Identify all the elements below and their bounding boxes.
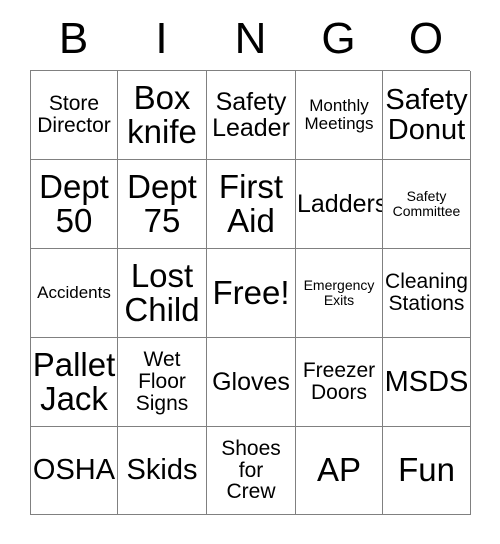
bingo-cell-g3[interactable]: Emergency Exits xyxy=(296,249,383,338)
header-letter-b: B xyxy=(58,14,89,63)
bingo-cell-label: AP xyxy=(316,451,362,489)
bingo-cell-o5[interactable]: Fun xyxy=(383,427,471,515)
bingo-cell-b3[interactable]: Accidents xyxy=(31,249,118,338)
bingo-cell-i4[interactable]: Wet Floor Signs xyxy=(118,338,207,427)
bingo-cell-free-space[interactable]: Free! xyxy=(207,249,296,338)
bingo-header: B I N G O xyxy=(30,8,470,70)
bingo-cell-label: Dept 75 xyxy=(127,167,197,239)
bingo-cell-n2[interactable]: First Aid xyxy=(207,160,296,249)
header-letter-g: G xyxy=(321,14,356,63)
bingo-cell-label: OSHA xyxy=(32,454,116,487)
bingo-cell-g2[interactable]: Ladders xyxy=(296,160,383,249)
bingo-cell-label: Lost Child xyxy=(124,256,200,328)
bingo-cell-label: Store Director xyxy=(37,92,111,137)
header-letter-i: I xyxy=(155,14,168,63)
bingo-cell-label: First Aid xyxy=(218,167,284,239)
bingo-cell-label: Wet Floor Signs xyxy=(135,348,189,415)
bingo-cell-o2[interactable]: Safety Committee xyxy=(383,160,471,249)
bingo-cell-label: Gloves xyxy=(212,368,290,396)
bingo-cell-i3[interactable]: Lost Child xyxy=(118,249,207,338)
header-letter-o: O xyxy=(408,14,444,63)
bingo-cell-i5[interactable]: Skids xyxy=(118,427,207,515)
bingo-cell-label: Free! xyxy=(212,273,290,311)
bingo-cell-n1[interactable]: Safety Leader xyxy=(207,71,296,160)
bingo-cell-g4[interactable]: Freezer Doors xyxy=(296,338,383,427)
bingo-cell-label: MSDS xyxy=(384,365,469,398)
bingo-cell-b1[interactable]: Store Director xyxy=(31,71,118,160)
bingo-cell-label: Safety Donut xyxy=(385,83,468,146)
bingo-cell-label: Box knife xyxy=(127,78,197,150)
bingo-card: B I N G O Store Director Box knife Safet… xyxy=(30,8,471,515)
bingo-cell-label: Shoes for Crew xyxy=(221,436,281,504)
bingo-cell-label: Safety Leader xyxy=(212,88,290,142)
bingo-cell-b4[interactable]: Pallet Jack xyxy=(31,338,118,427)
bingo-cell-label: Emergency Exits xyxy=(303,277,375,308)
bingo-cell-i1[interactable]: Box knife xyxy=(118,71,207,160)
bingo-cell-label: Freezer Doors xyxy=(302,359,376,404)
bingo-cell-b5[interactable]: OSHA xyxy=(31,427,118,515)
bingo-cell-i2[interactable]: Dept 75 xyxy=(118,160,207,249)
bingo-cell-label: Skids xyxy=(126,454,198,487)
bingo-cell-label: Monthly Meetings xyxy=(304,96,374,133)
bingo-cell-label: Accidents xyxy=(37,283,111,303)
header-letter-n: N xyxy=(234,14,267,63)
bingo-cell-label: Pallet Jack xyxy=(32,345,116,417)
bingo-cell-o3[interactable]: Cleaning Stations xyxy=(383,249,471,338)
bingo-cell-label: Dept 50 xyxy=(39,167,109,239)
bingo-cell-o1[interactable]: Safety Donut xyxy=(383,71,471,160)
bingo-cell-b2[interactable]: Dept 50 xyxy=(31,160,118,249)
bingo-cell-n4[interactable]: Gloves xyxy=(207,338,296,427)
bingo-cell-o4[interactable]: MSDS xyxy=(383,338,471,427)
bingo-cell-label: Ladders xyxy=(297,190,383,218)
bingo-grid: Store Director Box knife Safety Leader M… xyxy=(30,70,471,515)
bingo-cell-n5[interactable]: Shoes for Crew xyxy=(207,427,296,515)
bingo-cell-g5[interactable]: AP xyxy=(296,427,383,515)
bingo-cell-label: Cleaning Stations xyxy=(385,270,468,315)
bingo-cell-label: Safety Committee xyxy=(392,188,461,219)
bingo-cell-g1[interactable]: Monthly Meetings xyxy=(296,71,383,160)
bingo-cell-label: Fun xyxy=(398,451,455,489)
